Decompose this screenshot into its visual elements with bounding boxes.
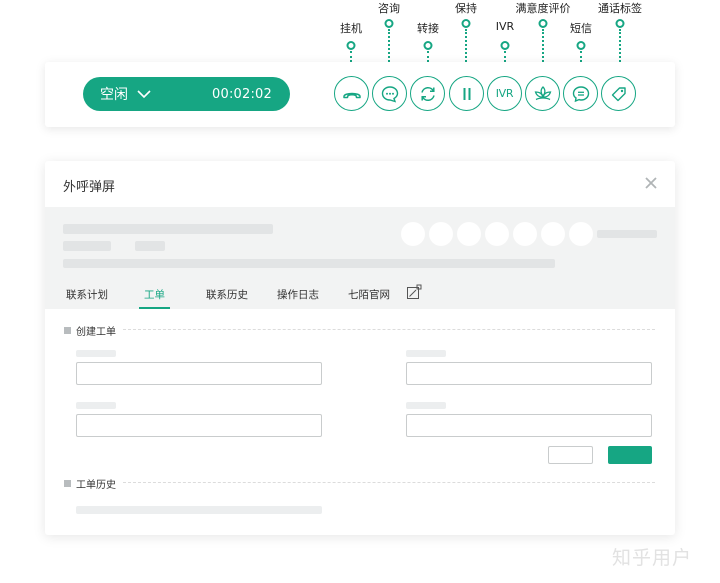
avatar — [429, 222, 453, 246]
chevron-down-icon — [137, 90, 151, 99]
consult-button[interactable] — [372, 76, 407, 111]
watermark: 知乎用户 — [612, 547, 693, 569]
placeholder-bar — [597, 230, 657, 238]
ivr-text-icon: IVR — [495, 87, 514, 100]
history-placeholder — [76, 506, 322, 514]
annotation-label: IVR — [495, 20, 515, 33]
section-title: 工单历史 — [76, 480, 116, 491]
placeholder-bar — [135, 241, 165, 251]
avatar — [457, 222, 481, 246]
annotation-label: 挂机 — [340, 22, 362, 35]
avatar — [569, 222, 593, 246]
annotation-label: 保持 — [455, 2, 477, 15]
tab-contact-history[interactable]: 联系历史 — [206, 287, 248, 302]
annotation-label: 转接 — [417, 22, 439, 35]
section-marker — [64, 480, 71, 487]
annotation-pin — [423, 41, 433, 50]
agent-status-dropdown[interactable]: 空闲 00:02:02 — [83, 77, 290, 111]
tab-ticket[interactable]: 工单 — [144, 287, 165, 302]
ticket-field-input[interactable] — [406, 362, 652, 385]
field-label-placeholder — [406, 402, 446, 409]
call-timer: 00:02:02 — [212, 86, 272, 102]
section-create-ticket: 创建工单 — [64, 323, 116, 338]
tag-icon — [611, 86, 626, 101]
hangup-button[interactable] — [334, 76, 369, 111]
ticket-field-input[interactable] — [406, 414, 652, 437]
annotation-label: 咨询 — [378, 2, 400, 15]
annotation-pin — [346, 41, 356, 50]
tab-bar: 联系计划 工单 联系历史 操作日志 七陌官网 — [45, 277, 675, 309]
popup-title: 外呼弹屏 — [63, 180, 116, 195]
section-divider — [123, 482, 655, 483]
field-label-placeholder — [76, 350, 116, 357]
active-tab-indicator — [139, 307, 170, 309]
annotation-label: 通话标签 — [598, 2, 642, 15]
avatar — [541, 222, 565, 246]
call-toolbar: 空闲 00:02:02 IVR — [45, 62, 675, 127]
annotation-label: 短信 — [570, 22, 592, 35]
tab-qimo-website[interactable]: 七陌官网 — [348, 287, 390, 302]
ivr-button[interactable]: IVR — [487, 76, 522, 111]
sms-button[interactable] — [563, 76, 598, 111]
submit-button[interactable] — [608, 446, 652, 464]
ticket-field-input[interactable] — [76, 414, 322, 437]
avatar — [485, 222, 509, 246]
section-marker — [64, 327, 71, 334]
tab-operation-log[interactable]: 操作日志 — [277, 287, 319, 302]
hold-button[interactable] — [449, 76, 484, 111]
call-tag-button[interactable] — [601, 76, 636, 111]
external-link-icon[interactable] — [406, 284, 422, 300]
ticket-field-input[interactable] — [76, 362, 322, 385]
transfer-button[interactable] — [410, 76, 445, 111]
refresh-arrows-icon — [420, 86, 435, 101]
field-label-placeholder — [76, 402, 116, 409]
annotation-pin — [461, 19, 471, 28]
tab-contact-plan[interactable]: 联系计划 — [66, 287, 108, 302]
status-label: 空闲 — [100, 87, 128, 103]
annotation-pin — [615, 19, 625, 28]
outbound-popup: 外呼弹屏 联系计划 工单 联系历史 操作日志 七陌官网 创建工单 工单历史 — [45, 161, 675, 535]
section-divider — [123, 329, 655, 330]
chat-bubble-dots-icon — [381, 85, 398, 103]
pause-icon — [463, 87, 470, 100]
annotation-pin — [538, 19, 548, 28]
avatar — [401, 222, 425, 246]
lotus-icon — [534, 85, 551, 100]
section-title: 创建工单 — [76, 327, 116, 338]
annotation-pin — [576, 41, 586, 50]
annotation-pin — [384, 19, 394, 28]
avatar — [513, 222, 537, 246]
annotation-pin — [500, 41, 510, 50]
section-ticket-history: 工单历史 — [64, 476, 116, 491]
field-label-placeholder — [406, 350, 446, 357]
placeholder-bar — [63, 241, 111, 251]
close-icon[interactable] — [643, 175, 659, 191]
cancel-button[interactable] — [548, 446, 593, 464]
placeholder-bar — [63, 224, 273, 234]
message-icon — [572, 85, 589, 102]
satisfaction-button[interactable] — [525, 76, 560, 111]
annotation-label: 满意度评价 — [515, 2, 571, 15]
phone-hangup-icon — [342, 92, 361, 98]
placeholder-bar — [63, 259, 555, 268]
